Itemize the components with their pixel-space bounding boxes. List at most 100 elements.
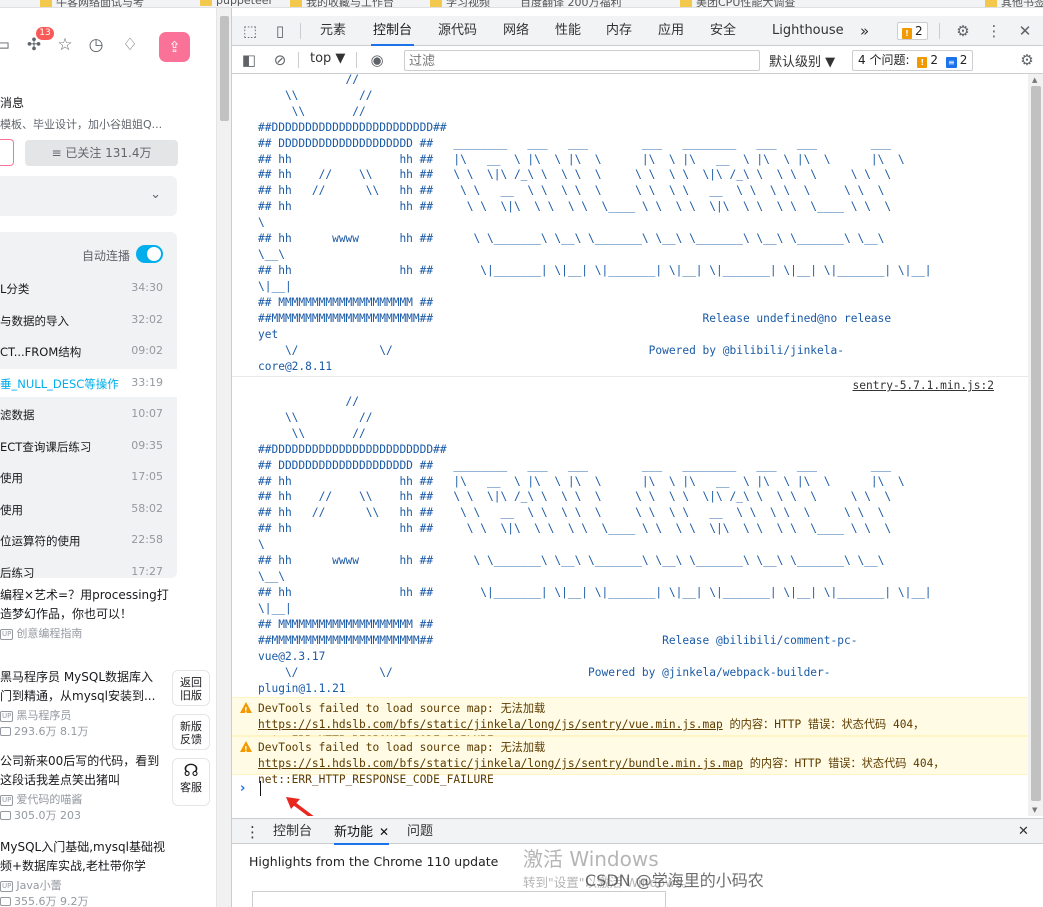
tab-security[interactable]: 安全 (708, 16, 738, 46)
tab-lighthouse[interactable]: Lighthouse (770, 16, 846, 46)
inspect-element-icon[interactable]: ⬚ (240, 21, 260, 41)
close-drawer-icon[interactable]: ✕ (1018, 819, 1029, 845)
source-link[interactable]: sentry-5.7.1.min.js:2 (853, 379, 994, 392)
playlist-item[interactable]: 使用 58:02 (0, 495, 177, 523)
back-old-version-button[interactable]: 返回 旧版 (172, 670, 210, 706)
device-toolbar-icon[interactable]: ▯ (270, 21, 290, 41)
scrollbar-thumb[interactable] (1031, 86, 1041, 801)
close-icon[interactable]: ✕ (1015, 21, 1035, 41)
playlist-item[interactable]: 垂_NULL_DESC等操作 33:19 (0, 368, 177, 397)
history-icon[interactable]: ◷ (86, 35, 106, 55)
playlist-item-duration: 22:58 (131, 533, 163, 546)
console-output: // \\ // \\ // ##DDDDDDDDDDDDDDDDDDDDDDD… (232, 74, 1028, 816)
followed-button[interactable]: ≡ 已关注 131.4万 (25, 140, 178, 166)
playlist-item-duration: 09:02 (131, 344, 163, 357)
playlist-item[interactable]: CT...FROM结构 09:02 (0, 337, 177, 365)
console-scrollbar[interactable]: ▲ ▼ (1028, 74, 1043, 816)
recommended-video[interactable]: MySQL入门基础,mysql基础视 频+数据库实战,老杜带你学 UP Java小蕾 3… (0, 838, 178, 907)
console-settings-gear-icon[interactable]: ⚙ (1017, 50, 1037, 70)
video-uploader[interactable]: UP Java小蕾 (0, 877, 178, 893)
playlist-item[interactable]: 后练习 17:27 (0, 558, 177, 579)
scroll-down-icon[interactable]: ▼ (1032, 806, 1037, 814)
drawer-tab-issues[interactable]: 问题 (407, 819, 433, 845)
playlist-item[interactable]: ECT查询课后练习 09:35 (0, 432, 177, 460)
console-banner: ## hh hh ## \|_______| \|__| \|_______| … (258, 264, 932, 277)
tab-console[interactable]: 控制台 (371, 16, 415, 46)
scroll-up-icon[interactable]: ▲ (1032, 76, 1037, 84)
video-uploader[interactable]: UP 黑马程序员 (0, 707, 178, 723)
log-level-select[interactable]: 默认级别 ▼ (769, 51, 835, 70)
video-title-line: 编程×艺术=？用processing打 (0, 588, 169, 602)
playlist-item[interactable]: L分类 34:30 (0, 274, 177, 302)
warning-triangle-icon (240, 702, 252, 719)
red-arrow-annotation (286, 797, 314, 816)
source-map-link[interactable]: https://s1.hdslb.com/bfs/static/jinkela/… (258, 718, 723, 731)
upload-button[interactable]: ⇪ (159, 32, 190, 62)
tab-sources[interactable]: 源代码 (436, 16, 479, 46)
tab-memory[interactable]: 内存 (604, 16, 634, 46)
toggle-knob (147, 247, 161, 261)
video-title-line: 频+数据库实战,老杜带你学 (0, 859, 146, 873)
console-wrap-line: \|__| (258, 280, 292, 293)
console-input[interactable] (260, 781, 261, 796)
playlist-item[interactable]: 使用 17:05 (0, 463, 177, 491)
filter-input[interactable] (404, 50, 760, 71)
source-map-link[interactable]: https://s1.hdslb.com/bfs/static/jinkela/… (258, 757, 743, 770)
console-banner: ## hh wwww hh ## \ \_______\ \__\ \_____… (258, 554, 885, 567)
tab-network[interactable]: 网络 (501, 16, 531, 46)
page-scrollbar[interactable] (216, 8, 231, 907)
issues-badge[interactable]: ! 2 (897, 22, 928, 40)
folder-icon (430, 0, 442, 7)
more-tabs-button[interactable]: » (858, 16, 871, 46)
playlist-item[interactable]: 与数据的导入 32:02 (0, 306, 177, 334)
playlist-item[interactable]: 位运算符的使用 22:58 (0, 526, 177, 554)
drawer-tab-console[interactable]: 控制台 (273, 819, 312, 845)
drawer-menu-icon[interactable]: ⋮ (245, 819, 260, 845)
bookmark-item[interactable]: puppeteer (200, 0, 273, 7)
favorite-icon[interactable]: ☆ (55, 35, 75, 55)
bookmarks-bar: 牛客网络面试与考 puppeteer 我的收藏与工作台 学习视频 百度翻译 20… (0, 0, 1043, 8)
scrollbar-thumb[interactable] (220, 16, 229, 121)
playlist-item[interactable]: 滤数据 10:07 (0, 400, 177, 428)
bookmark-item[interactable]: 美团CPU性能大调查 (680, 0, 795, 7)
up-icon: UP (0, 795, 14, 806)
tab-elements[interactable]: 元素 (318, 16, 348, 46)
recommended-video[interactable]: 编程×艺术=？用processing打 造梦幻作品，你也可以！ UP 创意编程指南 (0, 586, 178, 641)
kebab-menu-icon[interactable]: ⋮ (984, 21, 1004, 41)
bookmark-item[interactable]: 其他书签 (985, 0, 1043, 7)
charge-button[interactable] (0, 139, 14, 166)
bookmark-item[interactable]: 百度翻译 200万福利 (520, 0, 622, 7)
playlist-item-title: ECT查询课后练习 (0, 439, 92, 454)
tab-performance[interactable]: 性能 (553, 16, 583, 46)
autoplay-toggle[interactable] (136, 245, 163, 263)
video-uploader[interactable]: UP 创意编程指南 (0, 625, 178, 641)
bilibili-page: ▭ ✣ 13 ☆ ◷ ♢ ⇪ 消息 模板、毕业设计，加小谷姐姐Q... ≡ 已关… (0, 8, 216, 907)
video-uploader[interactable]: UP 爱代码的喵酱 (0, 791, 178, 807)
recommended-video[interactable]: 黑马程序员 MySQL数据库入 门到精通，从mysql安装到... UP 黑马程序员 2… (0, 668, 178, 739)
eye-icon[interactable]: ◉ (367, 50, 387, 70)
warning-icon: ! (917, 57, 928, 68)
playlist-item-duration: 17:27 (131, 564, 163, 578)
console-banner: \/ \/ Powered by @bilibili/jinkela- (258, 344, 844, 357)
context-select[interactable]: top ▼ (310, 51, 345, 66)
customer-service-button[interactable]: ☊ 客服 (172, 758, 210, 806)
feedback-button[interactable]: 新版 反馈 (172, 714, 210, 750)
console-warning: DevTools failed to load source map: 无法加载… (232, 697, 1028, 747)
clear-console-icon[interactable]: ⊘ (270, 50, 290, 70)
creation-icon[interactable]: ♢ (120, 35, 140, 55)
gear-icon[interactable]: ⚙ (953, 21, 973, 41)
bookmark-item[interactable]: 我的收藏与工作台 (290, 0, 394, 7)
bookmark-item[interactable]: 牛客网络面试与考 (40, 0, 144, 7)
collapse-panel[interactable]: ⌄ (0, 176, 177, 216)
console-banner: // \\ // \\ // ##DDDDDDDDDDDDDDDDDDDDDDD… (258, 395, 905, 536)
tab-application[interactable]: 应用 (656, 16, 686, 46)
drawer-tab-whats-new[interactable]: 新功能 ✕ (334, 819, 390, 845)
close-tab-icon[interactable]: ✕ (379, 825, 389, 839)
info-icon: ≡ (945, 57, 957, 68)
recommended-video[interactable]: 公司新来00后写的代码，看到 这段话我差点笑出猪叫 UP 爱代码的喵酱 305.0万 2… (0, 752, 178, 823)
issues-count-button[interactable]: 4 个问题: ! 2 ≡ 2 (852, 50, 974, 71)
bookmark-item[interactable]: 学习视频 (430, 0, 490, 7)
message-icon[interactable]: ▭ (0, 35, 12, 55)
video-title-line: MySQL入门基础,mysql基础视 (0, 840, 166, 854)
sidebar-toggle-icon[interactable]: ◧ (239, 50, 259, 70)
